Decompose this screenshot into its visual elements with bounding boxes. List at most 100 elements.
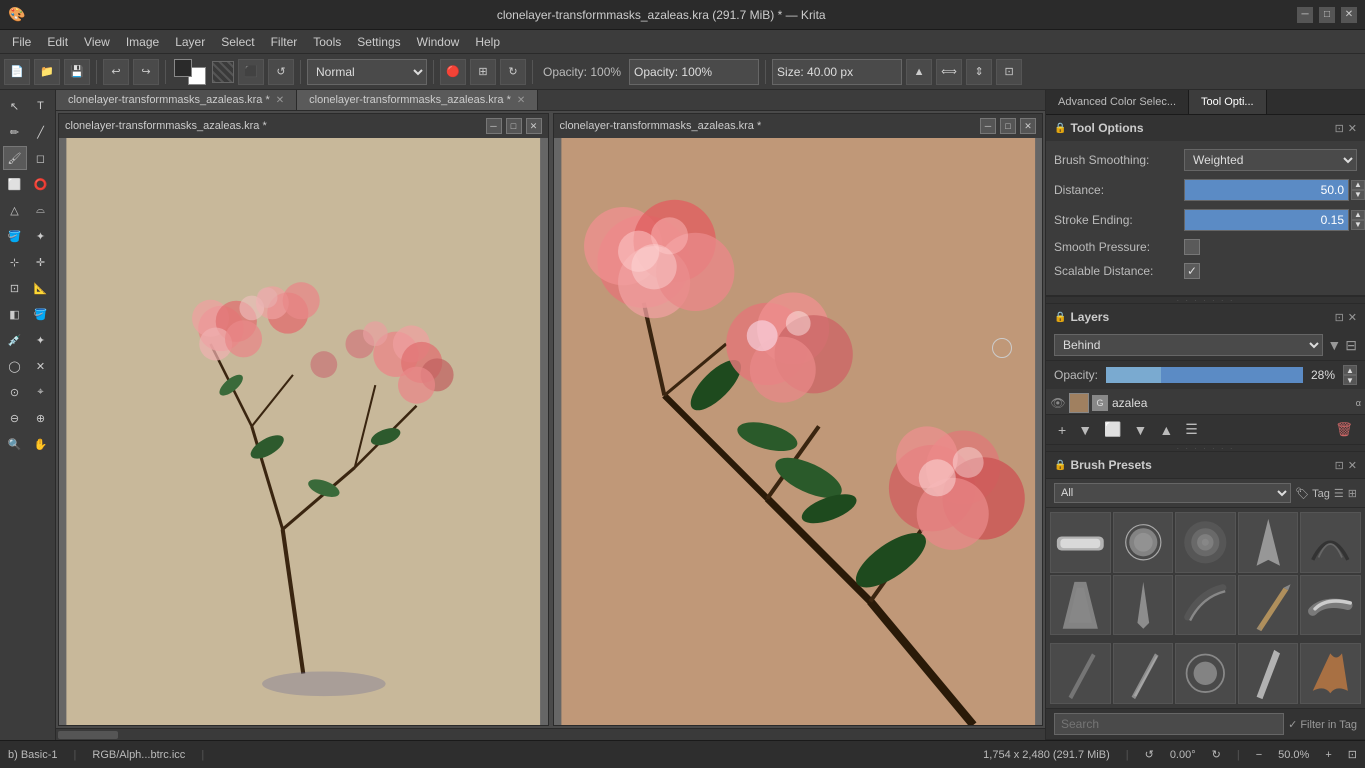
menu-layer[interactable]: Layer bbox=[167, 33, 213, 51]
freehand-select-button[interactable]: ⌓ bbox=[29, 198, 53, 222]
scrollbar-thumb-h[interactable] bbox=[58, 731, 118, 739]
stroke-select-btn[interactable]: ⌖ bbox=[29, 380, 53, 404]
select-tool-button[interactable]: ↖ bbox=[3, 94, 27, 118]
brush-item-15[interactable] bbox=[1300, 643, 1361, 704]
rect-select-button[interactable]: ⬜ bbox=[3, 172, 27, 196]
minimize-button[interactable]: ─ bbox=[1297, 7, 1313, 23]
canvas-window-right-minimize[interactable]: ─ bbox=[980, 118, 996, 134]
brush-item-9[interactable] bbox=[1238, 575, 1299, 636]
tool-options-header[interactable]: 🔒 Tool Options ⊡ ✕ bbox=[1046, 115, 1365, 141]
layers-blend-mode-select[interactable]: Behind Normal Multiply bbox=[1054, 334, 1323, 356]
layers-float-button[interactable]: ⊡ bbox=[1335, 311, 1344, 324]
line-tool-button[interactable]: ╱ bbox=[29, 120, 53, 144]
undo-button[interactable]: ↩ bbox=[103, 59, 129, 85]
canvas-content-left[interactable] bbox=[59, 138, 548, 725]
distance-down-button[interactable]: ▼ bbox=[1351, 190, 1365, 200]
zoom-in-button[interactable]: + bbox=[1325, 749, 1331, 761]
new-document-button[interactable]: 📄 bbox=[4, 59, 30, 85]
menu-filter[interactable]: Filter bbox=[263, 33, 306, 51]
close-button[interactable]: ✕ bbox=[1341, 7, 1357, 23]
snap-button[interactable]: ⊞ bbox=[470, 59, 496, 85]
search-filter-button[interactable]: ✓ Filter in Tag bbox=[1288, 718, 1357, 731]
brush-tag-select[interactable]: All Favorites bbox=[1054, 483, 1291, 503]
canvas-tab-2[interactable]: clonelayer-transformmasks_azaleas.kra * … bbox=[297, 90, 538, 110]
reset-colors-button[interactable]: ↺ bbox=[268, 59, 294, 85]
brush-item-1[interactable] bbox=[1050, 512, 1111, 573]
stroke-ending-up-button[interactable]: ▲ bbox=[1351, 210, 1365, 220]
mirror-v-button[interactable]: ⇕ bbox=[966, 59, 992, 85]
canvas-window-left-close[interactable]: ✕ bbox=[526, 118, 542, 134]
layers-funnel-button[interactable]: ⊟ bbox=[1345, 337, 1357, 354]
stroke-ending-input[interactable] bbox=[1184, 209, 1349, 231]
canvas-tab-2-close[interactable]: ✕ bbox=[517, 95, 525, 106]
size-input[interactable] bbox=[773, 65, 903, 79]
brush-presets-close-button[interactable]: ✕ bbox=[1348, 459, 1357, 472]
canvas-window-left-minimize[interactable]: ─ bbox=[486, 118, 502, 134]
measure-button[interactable]: 📐 bbox=[29, 276, 53, 300]
crop-tool-button[interactable]: ⊡ bbox=[3, 276, 27, 300]
eyedropper-button[interactable]: 💉 bbox=[3, 328, 27, 352]
fit-canvas-button[interactable]: ⊡ bbox=[1348, 748, 1357, 761]
layer-eye-azalea[interactable]: 👁 bbox=[1050, 395, 1066, 411]
transform-button[interactable]: ⊹ bbox=[3, 250, 27, 274]
menu-select[interactable]: Select bbox=[213, 33, 262, 51]
menu-image[interactable]: Image bbox=[118, 33, 167, 51]
smart-patch-button[interactable]: ✦ bbox=[29, 328, 53, 352]
canvas-window-right-close[interactable]: ✕ bbox=[1020, 118, 1036, 134]
distance-up-button[interactable]: ▲ bbox=[1351, 180, 1365, 190]
brush-item-12[interactable] bbox=[1113, 643, 1174, 704]
brush-item-7[interactable] bbox=[1113, 575, 1174, 636]
blend-mode-select[interactable]: Normal Multiply Screen Overlay bbox=[307, 59, 427, 85]
canvas-window-left-restore[interactable]: □ bbox=[506, 118, 522, 134]
canvas-content-right[interactable] bbox=[554, 138, 1043, 725]
layer-item-azalea[interactable]: 👁 G azalea α bbox=[1046, 389, 1365, 414]
menu-file[interactable]: File bbox=[4, 33, 39, 51]
opacity-slider[interactable] bbox=[1106, 367, 1303, 383]
pattern-button[interactable] bbox=[212, 61, 234, 83]
rotate-right-button[interactable]: ↻ bbox=[1212, 748, 1221, 761]
brush-grid-btn[interactable]: ⊞ bbox=[1348, 487, 1357, 500]
opacity-up-button[interactable]: ▲ bbox=[1343, 365, 1357, 375]
brush-item-14[interactable] bbox=[1238, 643, 1299, 704]
menu-tools[interactable]: Tools bbox=[305, 33, 349, 51]
opacity-down-button[interactable]: ▼ bbox=[1343, 375, 1357, 385]
clear-button[interactable]: 🔴 bbox=[440, 59, 466, 85]
lasso-button[interactable]: ⊖ bbox=[3, 406, 27, 430]
eraser-tool-button[interactable]: ◻ bbox=[29, 146, 53, 170]
canvas-scrollbar-h-left[interactable] bbox=[59, 725, 548, 726]
main-scrollbar-h[interactable] bbox=[56, 728, 1045, 740]
polygon-select-button[interactable]: △ bbox=[3, 198, 27, 222]
foreground-color-swatch[interactable] bbox=[174, 59, 192, 77]
brush-item-6[interactable] bbox=[1050, 575, 1111, 636]
redo-button[interactable]: ↪ bbox=[133, 59, 159, 85]
distance-input[interactable] bbox=[1184, 179, 1349, 201]
text-tool-button[interactable]: T bbox=[29, 94, 53, 118]
layers-list[interactable]: 👁 G azalea α 👁 ⊡ Layer 75 bbox=[1046, 389, 1365, 414]
copy-layer-button[interactable]: ⬜ bbox=[1100, 419, 1125, 440]
rotate-left-button[interactable]: ↺ bbox=[1145, 748, 1154, 761]
zoom-out-button[interactable]: − bbox=[1256, 749, 1262, 761]
circular-select-btn[interactable]: ⊙ bbox=[3, 380, 27, 404]
delete-layer-button[interactable]: 🗑 bbox=[1331, 419, 1357, 440]
tab-advanced-color[interactable]: Advanced Color Selec... bbox=[1046, 90, 1189, 114]
refresh-button[interactable]: ↻ bbox=[500, 59, 526, 85]
ellipse-circle-select[interactable]: ◯ bbox=[3, 354, 27, 378]
brush-tool-button[interactable]: 🖌 bbox=[3, 146, 27, 170]
ellipse-circle-select-2[interactable]: ✕ bbox=[29, 354, 53, 378]
gradient-button[interactable]: ◧ bbox=[3, 302, 27, 326]
brush-item-8[interactable] bbox=[1175, 575, 1236, 636]
menu-edit[interactable]: Edit bbox=[39, 33, 76, 51]
menu-help[interactable]: Help bbox=[467, 33, 508, 51]
add-layer-dropdown[interactable]: ▼ bbox=[1074, 420, 1096, 440]
menu-window[interactable]: Window bbox=[409, 33, 468, 51]
move-button[interactable]: ✛ bbox=[29, 250, 53, 274]
opacity-input[interactable] bbox=[630, 65, 760, 79]
crop-button[interactable]: ⊡ bbox=[996, 59, 1022, 85]
canvas-window-right-restore[interactable]: □ bbox=[1000, 118, 1016, 134]
tool-options-close-button[interactable]: ✕ bbox=[1348, 122, 1357, 135]
brush-presets-float-button[interactable]: ⊡ bbox=[1335, 459, 1344, 472]
canvas-scrollbar-h-right[interactable] bbox=[554, 725, 1043, 726]
brush-item-13[interactable] bbox=[1175, 643, 1236, 704]
freehand-tool-button[interactable]: ✏ bbox=[3, 120, 27, 144]
menu-settings[interactable]: Settings bbox=[349, 33, 408, 51]
